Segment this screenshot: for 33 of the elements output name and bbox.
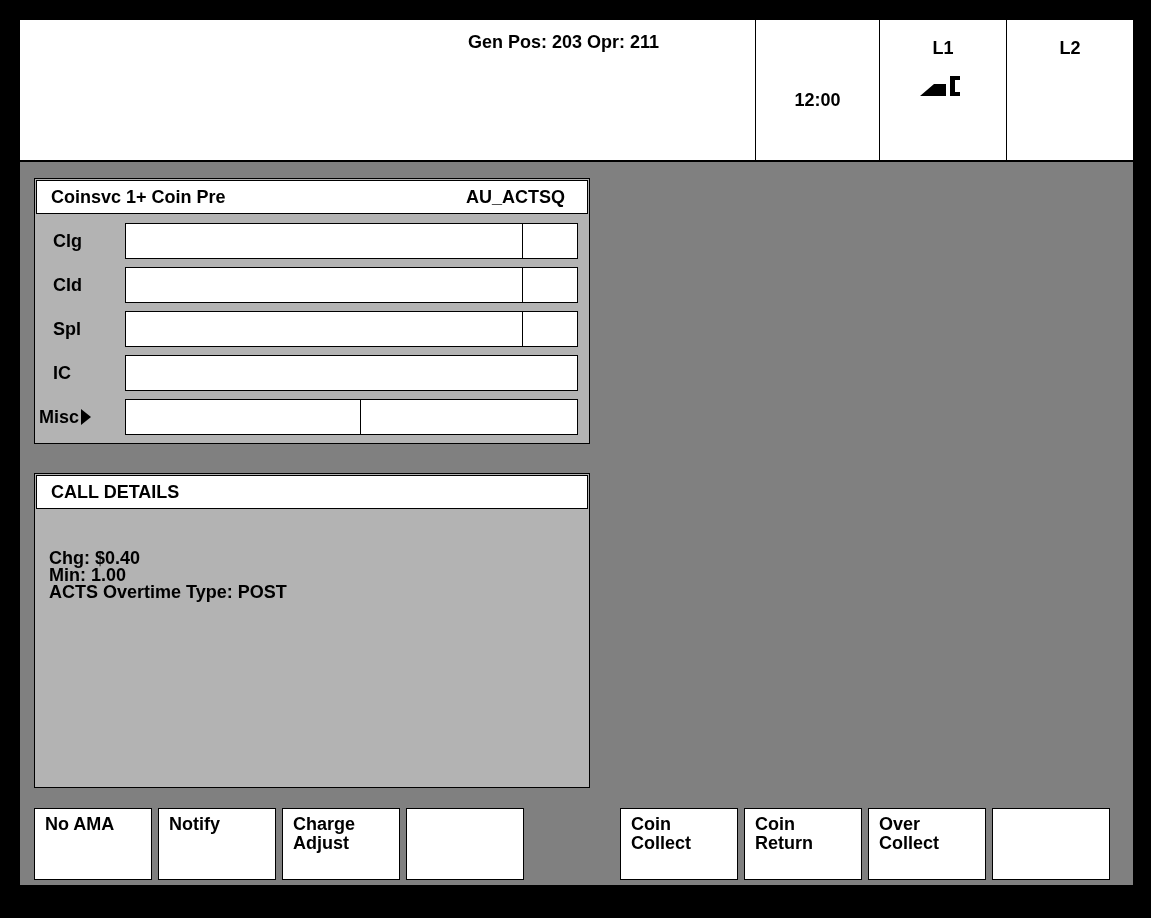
input-field[interactable] bbox=[523, 267, 578, 303]
detail-text: Chg: $0.40 bbox=[49, 550, 142, 567]
detail-text: Min: 1.00 bbox=[49, 567, 127, 584]
line-label: L1 bbox=[932, 38, 954, 58]
input-field[interactable] bbox=[125, 355, 578, 391]
clock-time: 12:00 bbox=[794, 90, 841, 110]
function-key[interactable]: No AMA bbox=[34, 808, 152, 880]
position-title: Gen Pos: 203 Opr: 211 bbox=[467, 32, 659, 54]
field-label: Clg bbox=[53, 231, 82, 251]
blank-function-key[interactable] bbox=[406, 808, 524, 880]
blank-function-key[interactable] bbox=[992, 808, 1110, 880]
input-field[interactable] bbox=[125, 267, 523, 303]
field-label: Cld bbox=[53, 275, 82, 295]
input-field[interactable] bbox=[361, 399, 578, 435]
field-label: Misc bbox=[39, 407, 80, 427]
field-label: Spl bbox=[53, 319, 81, 339]
panel-code: AU_ACTSQ bbox=[466, 187, 565, 207]
input-field[interactable] bbox=[125, 223, 523, 259]
function-key[interactable]: Over Collect bbox=[868, 808, 986, 880]
field-label: IC bbox=[53, 363, 71, 383]
panel-title: Coinsvc 1+ Coin Pre bbox=[51, 187, 226, 207]
function-key[interactable]: Notify bbox=[158, 808, 276, 880]
line-label: L2 bbox=[1059, 38, 1081, 58]
function-key[interactable]: Coin Collect bbox=[620, 808, 738, 880]
caret-icon bbox=[81, 409, 92, 425]
input-field[interactable] bbox=[125, 311, 523, 347]
input-field[interactable] bbox=[125, 399, 361, 435]
function-key[interactable]: Coin Return bbox=[744, 808, 862, 880]
panel-title: CALL DETAILS bbox=[51, 482, 180, 502]
function-key[interactable]: Charge Adjust bbox=[282, 808, 400, 880]
detail-text: ACTS Overtime Type: POST bbox=[49, 584, 288, 601]
input-field[interactable] bbox=[523, 223, 578, 259]
input-field[interactable] bbox=[523, 311, 578, 347]
